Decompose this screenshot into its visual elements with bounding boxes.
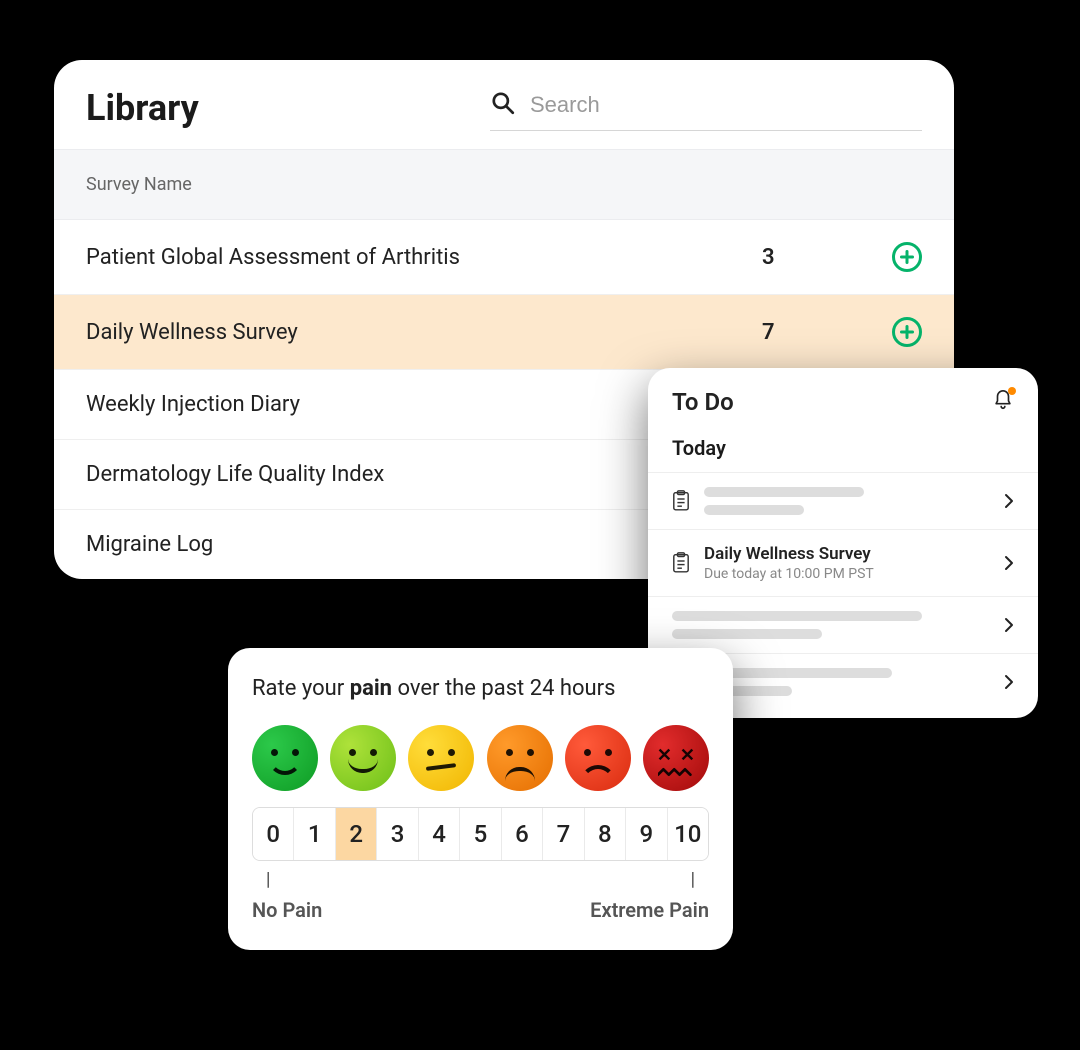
chevron-right-icon bbox=[1004, 493, 1014, 509]
placeholder-line bbox=[704, 487, 864, 497]
pain-rating-card: Rate your pain over the past 24 hours ✕✕… bbox=[228, 648, 733, 950]
survey-name: Daily Wellness Survey bbox=[86, 320, 762, 345]
todo-item[interactable] bbox=[648, 596, 1038, 653]
todo-item-subtitle: Due today at 10:00 PM PST bbox=[704, 566, 990, 582]
scale-cell[interactable]: 8 bbox=[585, 808, 626, 860]
table-row[interactable]: Daily Wellness Survey 7 bbox=[54, 295, 954, 370]
scale-anchors: No Pain Extreme Pain bbox=[252, 898, 709, 922]
survey-name: Patient Global Assessment of Arthritis bbox=[86, 245, 762, 270]
pain-prompt-bold: pain bbox=[350, 676, 392, 701]
placeholder-line bbox=[704, 505, 804, 515]
clipboard-icon bbox=[672, 490, 690, 512]
scale-cell[interactable]: 10 bbox=[668, 808, 708, 860]
face-scale: ✕✕ bbox=[252, 725, 709, 791]
scale-cell[interactable]: 3 bbox=[377, 808, 418, 860]
scale-cell[interactable]: 9 bbox=[626, 808, 667, 860]
face-pain-extreme-icon[interactable]: ✕✕ bbox=[643, 725, 709, 791]
face-happy-icon[interactable] bbox=[330, 725, 396, 791]
chevron-right-icon bbox=[1004, 674, 1014, 690]
tick-mark: | bbox=[266, 869, 270, 890]
placeholder-line bbox=[672, 611, 922, 621]
todo-header: To Do bbox=[648, 368, 1038, 428]
anchor-low-label: No Pain bbox=[252, 898, 322, 922]
scale-cell[interactable]: 1 bbox=[294, 808, 335, 860]
numeric-scale: 012345678910 bbox=[252, 807, 709, 861]
notification-dot-icon bbox=[1008, 387, 1016, 395]
placeholder-line bbox=[672, 629, 822, 639]
table-column-header: Survey Name bbox=[54, 149, 954, 220]
scale-cell[interactable]: 0 bbox=[253, 808, 294, 860]
todo-title: To Do bbox=[672, 388, 734, 416]
scale-cell[interactable]: 2 bbox=[336, 808, 377, 860]
add-icon[interactable] bbox=[892, 242, 922, 272]
scale-tick-marks: | | bbox=[252, 861, 709, 892]
chevron-right-icon bbox=[1004, 617, 1014, 633]
todo-item[interactable] bbox=[648, 472, 1038, 529]
library-header: Library bbox=[54, 60, 954, 149]
face-neutral-icon[interactable] bbox=[408, 725, 474, 791]
library-title: Library bbox=[86, 87, 466, 129]
tick-mark: | bbox=[691, 869, 695, 890]
pain-prompt: Rate your pain over the past 24 hours bbox=[252, 676, 709, 701]
table-row[interactable]: Patient Global Assessment of Arthritis 3 bbox=[54, 220, 954, 295]
search-field[interactable] bbox=[490, 84, 922, 131]
search-icon bbox=[490, 90, 516, 120]
scale-cell[interactable]: 7 bbox=[543, 808, 584, 860]
pain-prompt-post: over the past 24 hours bbox=[392, 676, 616, 701]
add-icon[interactable] bbox=[892, 317, 922, 347]
bell-icon[interactable] bbox=[992, 389, 1014, 415]
scale-cell[interactable]: 5 bbox=[460, 808, 501, 860]
face-slightly-sad-icon[interactable] bbox=[487, 725, 553, 791]
survey-count: 3 bbox=[762, 245, 882, 270]
anchor-high-label: Extreme Pain bbox=[590, 898, 709, 922]
survey-count: 7 bbox=[762, 320, 882, 345]
scale-cell[interactable]: 4 bbox=[419, 808, 460, 860]
todo-item-title: Daily Wellness Survey bbox=[704, 544, 990, 564]
face-very-happy-icon[interactable] bbox=[252, 725, 318, 791]
search-input[interactable] bbox=[530, 92, 922, 118]
chevron-right-icon bbox=[1004, 555, 1014, 571]
todo-item[interactable]: Daily Wellness Survey Due today at 10:00… bbox=[648, 529, 1038, 596]
clipboard-icon bbox=[672, 552, 690, 574]
scale-cell[interactable]: 6 bbox=[502, 808, 543, 860]
todo-section-label: Today bbox=[648, 428, 1038, 472]
pain-prompt-pre: Rate your bbox=[252, 676, 350, 701]
face-sad-icon[interactable] bbox=[565, 725, 631, 791]
